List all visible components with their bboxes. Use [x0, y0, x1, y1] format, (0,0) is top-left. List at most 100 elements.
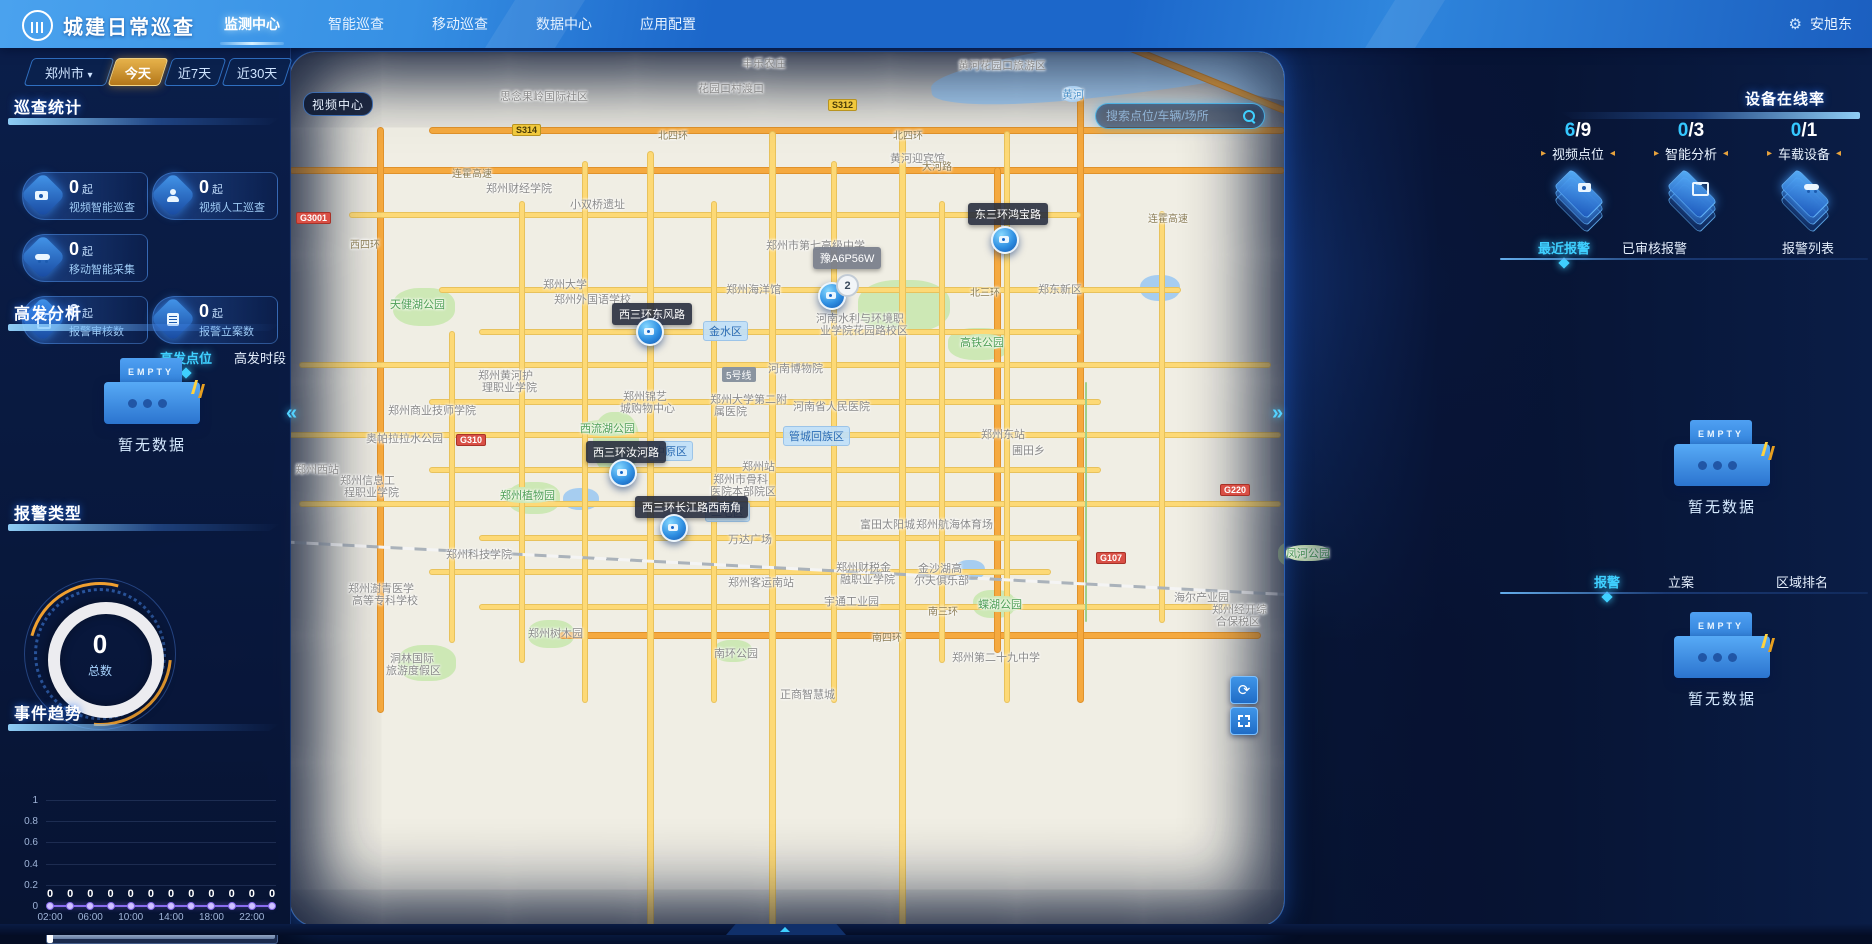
doc-icon: [165, 313, 181, 325]
map-point-tooltip[interactable]: 豫A6P56W: [813, 247, 881, 269]
nav-item[interactable]: 智能巡查: [314, 0, 398, 48]
empty-body: [104, 382, 200, 424]
trend-point-value: 0: [47, 888, 53, 900]
right-panel-collapse-arrow[interactable]: »: [1272, 402, 1283, 425]
x-axis-tick: 10:00: [118, 912, 143, 923]
city-select[interactable]: 郑州市 ▾: [23, 58, 114, 86]
trend-point: [127, 902, 135, 910]
map-fullscreen-button[interactable]: [1230, 707, 1258, 735]
alarm-tab[interactable]: 已审核报警: [1622, 238, 1687, 257]
device-stat[interactable]: 0/1 ▸车载设备◂: [1749, 120, 1859, 217]
tab-divider: [1500, 258, 1868, 260]
stat-value: 0: [199, 301, 209, 321]
total-count: /3: [1688, 120, 1704, 141]
trend-point-value: 0: [128, 888, 134, 900]
alarm-tab[interactable]: 报警列表: [1782, 238, 1834, 257]
empty-body: [1674, 636, 1770, 678]
user-menu[interactable]: ⚙ 安旭东: [1789, 0, 1852, 48]
gridline: [46, 821, 276, 822]
device-stat-label: 视频点位: [1552, 144, 1604, 163]
stat-value: 0: [199, 177, 209, 197]
section-underline: [8, 118, 280, 125]
map-point-tooltip[interactable]: 东三环鸿宝路: [968, 203, 1048, 225]
trend-point-value: 0: [168, 888, 174, 900]
stat-unit: 起: [212, 184, 223, 196]
camera-marker-icon[interactable]: [609, 459, 637, 487]
event-trend-chart: 10.80.60.40.20002:000006:000010:000014:0…: [46, 800, 276, 906]
stat-value: 0: [69, 177, 79, 197]
stat-icon: [150, 172, 195, 217]
case-tab[interactable]: 立案: [1668, 572, 1694, 591]
date-range-label: 近7天: [178, 63, 211, 82]
case-tab[interactable]: 区域排名: [1776, 572, 1828, 591]
trend-point: [86, 902, 94, 910]
patrol-stat-card[interactable]: 0起 移动智能采集: [22, 234, 148, 282]
alarm-type-title: 报警类型: [14, 500, 82, 524]
gear-icon[interactable]: ⚙: [1789, 15, 1802, 33]
search-icon[interactable]: [1243, 110, 1256, 123]
footer-ornament: [726, 924, 846, 935]
map-point-tooltip[interactable]: 西三环长江路西南角: [635, 496, 748, 518]
gridline: [46, 842, 276, 843]
patrol-stat-card[interactable]: 0起 报警立案数: [152, 296, 278, 344]
section-underline: [8, 324, 280, 331]
tab-divider: [1500, 592, 1868, 594]
fullscreen-icon: [1237, 714, 1251, 728]
nav-item[interactable]: 监测中心: [210, 0, 294, 48]
arrow-left-icon: ◂: [1723, 148, 1728, 159]
search-input[interactable]: [1104, 108, 1243, 124]
online-count: 0: [1791, 120, 1802, 141]
date-range-label: 今天: [125, 63, 151, 82]
chevron-down-icon: ▾: [88, 70, 93, 81]
date-range-tab[interactable]: 今天: [107, 58, 168, 86]
trend-point-value: 0: [269, 888, 275, 900]
patrol-stats-title: 巡查统计: [14, 94, 82, 118]
footer-bar: [0, 924, 1872, 935]
alarm-tab[interactable]: 最近报警: [1538, 238, 1590, 257]
case-empty: EMPTY 暂无数据: [1662, 612, 1782, 709]
case-tab[interactable]: 报警: [1594, 572, 1620, 591]
nav-item[interactable]: 数据中心: [522, 0, 606, 48]
trend-point: [167, 902, 175, 910]
cam-icon: [35, 189, 51, 201]
total-count: /1: [1801, 120, 1817, 141]
left-panel-collapse-arrow[interactable]: «: [286, 402, 297, 425]
car-icon: [35, 251, 51, 263]
gauge-total-value: 0: [93, 629, 107, 660]
person-icon: [165, 189, 181, 201]
device-stat[interactable]: 0/3 ▸智能分析◂: [1636, 120, 1746, 217]
x-axis-tick: 06:00: [78, 912, 103, 923]
section-underline: [1560, 112, 1860, 119]
trend-point-value: 0: [107, 888, 113, 900]
date-range-tab[interactable]: 近7天: [163, 58, 226, 86]
empty-text: 暂无数据: [92, 434, 212, 455]
stat-label: 视频人工巡查: [199, 199, 265, 215]
stat-value: 0: [69, 239, 79, 259]
stat-unit: 起: [82, 308, 93, 320]
cluster-marker[interactable]: 2: [836, 274, 859, 297]
alarm-empty: EMPTY 暂无数据: [1662, 420, 1782, 517]
arrow-left-icon: ◂: [1836, 148, 1841, 159]
date-range-tab[interactable]: 近30天: [221, 58, 292, 86]
empty-box-illustration: EMPTY: [104, 358, 200, 424]
hotspot-tab[interactable]: 高发时段: [234, 348, 286, 367]
nav-item[interactable]: 应用配置: [626, 0, 710, 48]
stat-label: 移动智能采集: [69, 261, 135, 277]
section-underline: [8, 524, 280, 531]
device-stat[interactable]: 6/9 ▸视频点位◂: [1523, 120, 1633, 217]
camera-marker-icon[interactable]: [636, 318, 664, 346]
stat-unit: 起: [82, 246, 93, 258]
x-axis-tick: 14:00: [159, 912, 184, 923]
empty-text: 暂无数据: [1662, 688, 1782, 709]
empty-box-illustration: EMPTY: [1674, 420, 1770, 486]
y-axis-tick: 0.4: [8, 859, 38, 870]
patrol-stat-card[interactable]: 0起 视频智能巡查: [22, 172, 148, 220]
video-center-button[interactable]: 视频中心: [303, 92, 373, 116]
nav-item[interactable]: 移动巡查: [418, 0, 502, 48]
camera-marker-icon[interactable]: [660, 514, 688, 542]
map-refresh-button[interactable]: ⟳: [1230, 676, 1258, 704]
map-search[interactable]: [1095, 103, 1265, 129]
patrol-stat-card[interactable]: 0起 视频人工巡查: [152, 172, 278, 220]
camera-marker-icon[interactable]: [991, 226, 1019, 254]
hotspot-empty: EMPTY 暂无数据: [92, 358, 212, 455]
